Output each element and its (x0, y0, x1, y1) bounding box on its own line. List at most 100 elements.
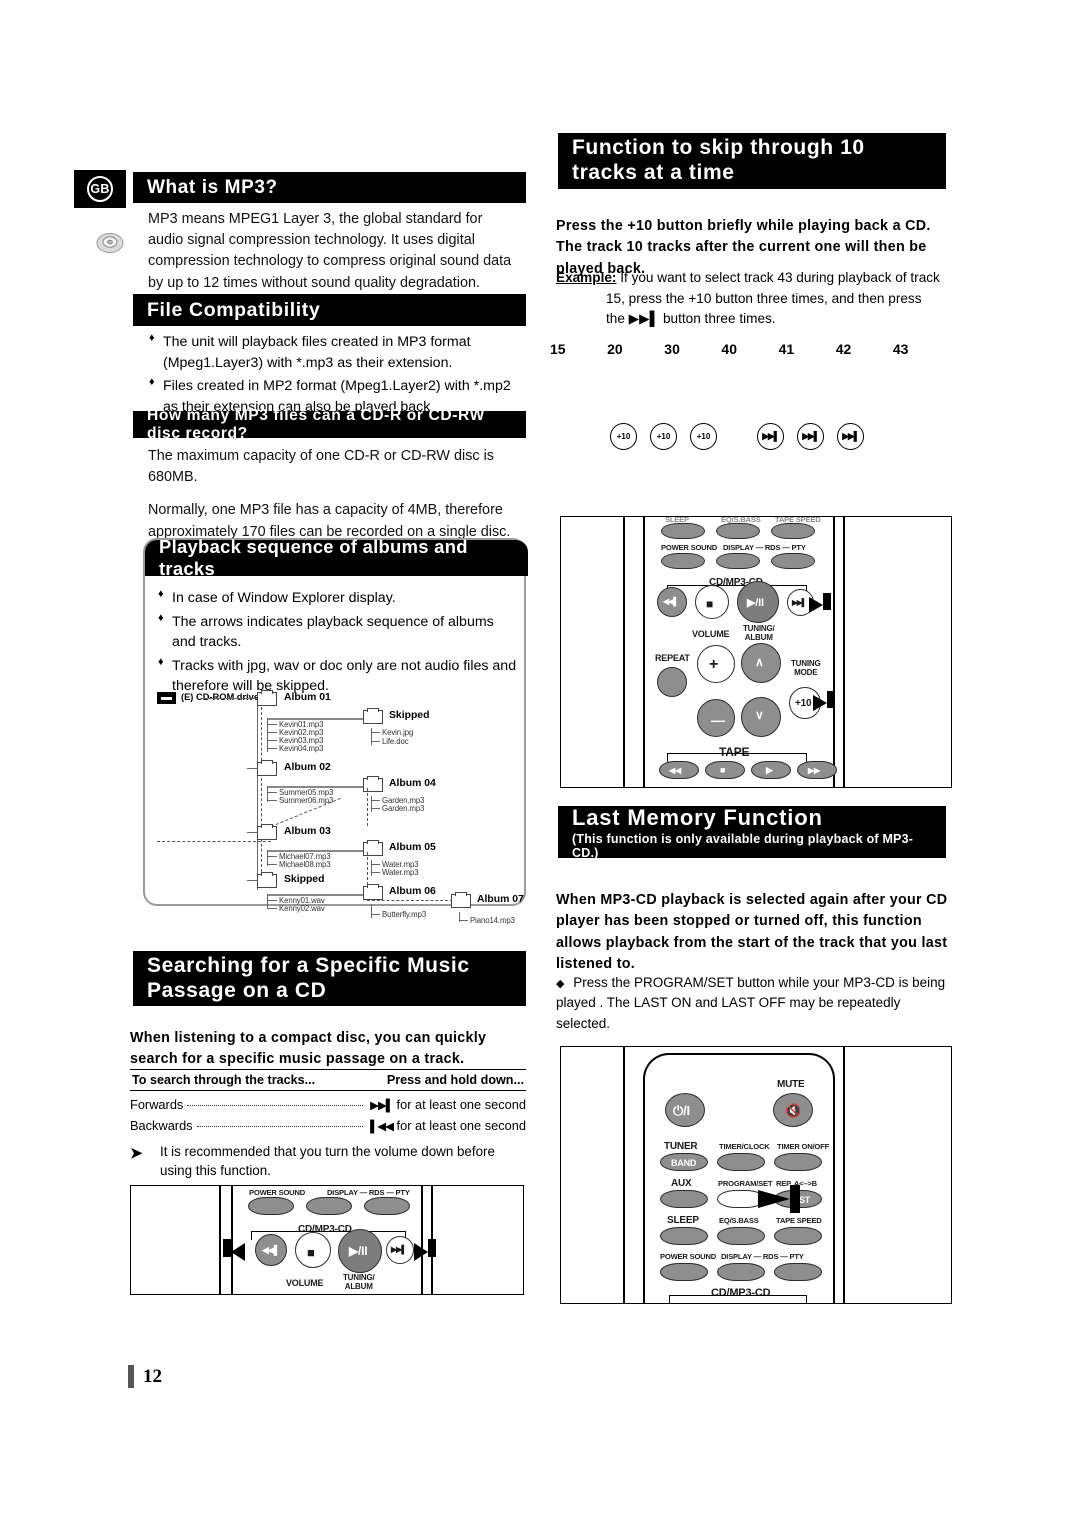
folder-label: Skipped (389, 710, 430, 721)
button-eq-sbass[interactable] (717, 1227, 765, 1245)
button-tape-speed[interactable] (771, 523, 815, 539)
folder-label: Skipped (284, 874, 325, 885)
folder-icon (257, 689, 277, 706)
button-timer-on-off[interactable] (774, 1153, 822, 1171)
section-header-how-many-files: How many MP3 files can a CD-R or CD-RW d… (133, 407, 526, 442)
example-label: Example: (556, 270, 617, 285)
tree-trunk (257, 694, 259, 890)
button-power-sound[interactable] (661, 553, 705, 569)
button-display[interactable] (306, 1197, 352, 1215)
label-mute: MUTE (777, 1079, 805, 1090)
track-number: 40 (721, 341, 737, 357)
minus-icon: — (711, 712, 725, 728)
button-display[interactable] (716, 553, 760, 569)
last-memory-note: ◆ Press the PROGRAM/SET button while you… (556, 973, 952, 1034)
frame-divider (623, 1047, 625, 1303)
folder-icon (363, 775, 383, 792)
chevron-down-icon: ∨ (755, 708, 764, 722)
tree-connector (267, 792, 277, 794)
button-power-sound[interactable] (660, 1263, 708, 1281)
skip-forward-icon: ▶▶▌ (391, 1245, 407, 1254)
locale-badge-label: GB (87, 176, 113, 202)
folder-icon (257, 823, 277, 840)
section-title-line2: Passage on a CD (147, 978, 327, 1002)
skip-forward-button-icon: ▶▶▌ (757, 423, 784, 450)
tree-connector (267, 856, 277, 858)
tree-connector (371, 728, 373, 745)
dot-leader (196, 1126, 363, 1127)
mute-icon: 🔇 (785, 1103, 801, 1118)
table-row: Forwards ▶▶▌ for at least one second (130, 1091, 526, 1112)
button-power-sound[interactable] (248, 1197, 294, 1215)
folder-icon (363, 839, 383, 856)
file-label: Garden.mp3 (382, 804, 425, 813)
button-display[interactable] (717, 1263, 765, 1281)
folder-icon (257, 759, 277, 776)
track-number: 41 (778, 341, 795, 357)
button-repeat[interactable] (657, 667, 687, 697)
label-tuner: TUNER (664, 1141, 698, 1152)
tree-connector (371, 808, 380, 810)
button-tape-speed[interactable] (774, 1227, 822, 1245)
remote-illustration-last-memory: ⏻/I MUTE 🔇 TUNER TIMER/CLOCK TIMER ON/OF… (560, 1046, 952, 1304)
button-pty[interactable] (364, 1197, 410, 1215)
row-label: Forwards (130, 1097, 184, 1112)
button-timer-clock[interactable] (717, 1153, 765, 1171)
section-title: What is MP3? (147, 176, 278, 198)
searching-intro: When listening to a compact disc, you ca… (130, 1030, 487, 1068)
callout-pointer-program-set (758, 1190, 790, 1208)
button-pty[interactable] (771, 553, 815, 569)
tree-connector (267, 800, 277, 802)
track-number: 43 (892, 341, 909, 357)
column-header-2: Press and hold down... (386, 1073, 524, 1087)
tree-connector (267, 740, 277, 742)
list-item: In case of Window Explorer display. (157, 587, 517, 609)
tree-connector (371, 904, 373, 918)
callout-pointer-skip (809, 597, 823, 613)
button-sleep[interactable] (661, 523, 705, 539)
section-header-skip-10: Function to skip through 10 tracks at a … (558, 133, 946, 189)
section-header-last-memory: Last Memory Function (This function is o… (558, 805, 946, 860)
file-label: Water.mp3 (382, 868, 419, 877)
play-icon: ▶ (766, 765, 773, 775)
skip-10-example: Example: If you want to select track 43 … (556, 268, 950, 330)
file-label: Kevin.jpg (382, 728, 414, 737)
tree-dash (367, 788, 368, 826)
label-volume: VOLUME (692, 629, 730, 639)
folder-label: Album 02 (284, 762, 331, 773)
track-number: 15 (550, 341, 566, 357)
callout-pointer-left (231, 1243, 245, 1261)
example-line-2: 15, press the +10 button three times, an… (606, 290, 922, 306)
how-many-body: The maximum capacity of one CD-R or CD-R… (148, 446, 523, 543)
file-label: Kevin04.mp3 (279, 744, 324, 753)
button-sleep[interactable] (660, 1227, 708, 1245)
label-tuning-album: TUNING/ ALBUM (743, 624, 775, 642)
fast-forward-icon: ▶▶ (808, 766, 820, 775)
tree-connector (371, 914, 380, 916)
button-aux[interactable] (660, 1190, 708, 1208)
button-eq-sbass[interactable] (716, 523, 760, 539)
page-number: 12 (128, 1365, 162, 1388)
list-item: The arrows indicates playback sequence o… (157, 611, 517, 653)
note-text: It is recommended that you turn the volu… (160, 1144, 495, 1179)
callout-bar-skip (823, 593, 831, 610)
tree-connector (247, 768, 257, 770)
folder-label: Album 07 (477, 894, 524, 905)
button-pty[interactable] (774, 1263, 822, 1281)
track-number: 20 (607, 341, 623, 357)
drive-label: (E) CD-ROM drive (181, 692, 259, 702)
file-label: Life.doc (382, 737, 409, 746)
skip-forward-button-icon: ▶▶▌ (797, 423, 824, 450)
tree-connector (267, 748, 277, 750)
power-icon: ⏻/I (673, 1103, 690, 1118)
tree-connector (267, 908, 277, 910)
folder-icon (257, 871, 277, 888)
label-volume: VOLUME (286, 1278, 324, 1288)
label-eq-sbass: EQ/S.BASS (719, 1216, 759, 1225)
group-bracket-cd (669, 1295, 807, 1303)
label-timer-on-off: TIMER ON/OFF (777, 1142, 830, 1151)
skip-backward-icon: ◀◀▌ (663, 597, 679, 606)
how-many-para-1: The maximum capacity of one CD-R or CD-R… (148, 448, 494, 486)
section-title-line1: Function to skip through 10 (572, 136, 865, 160)
